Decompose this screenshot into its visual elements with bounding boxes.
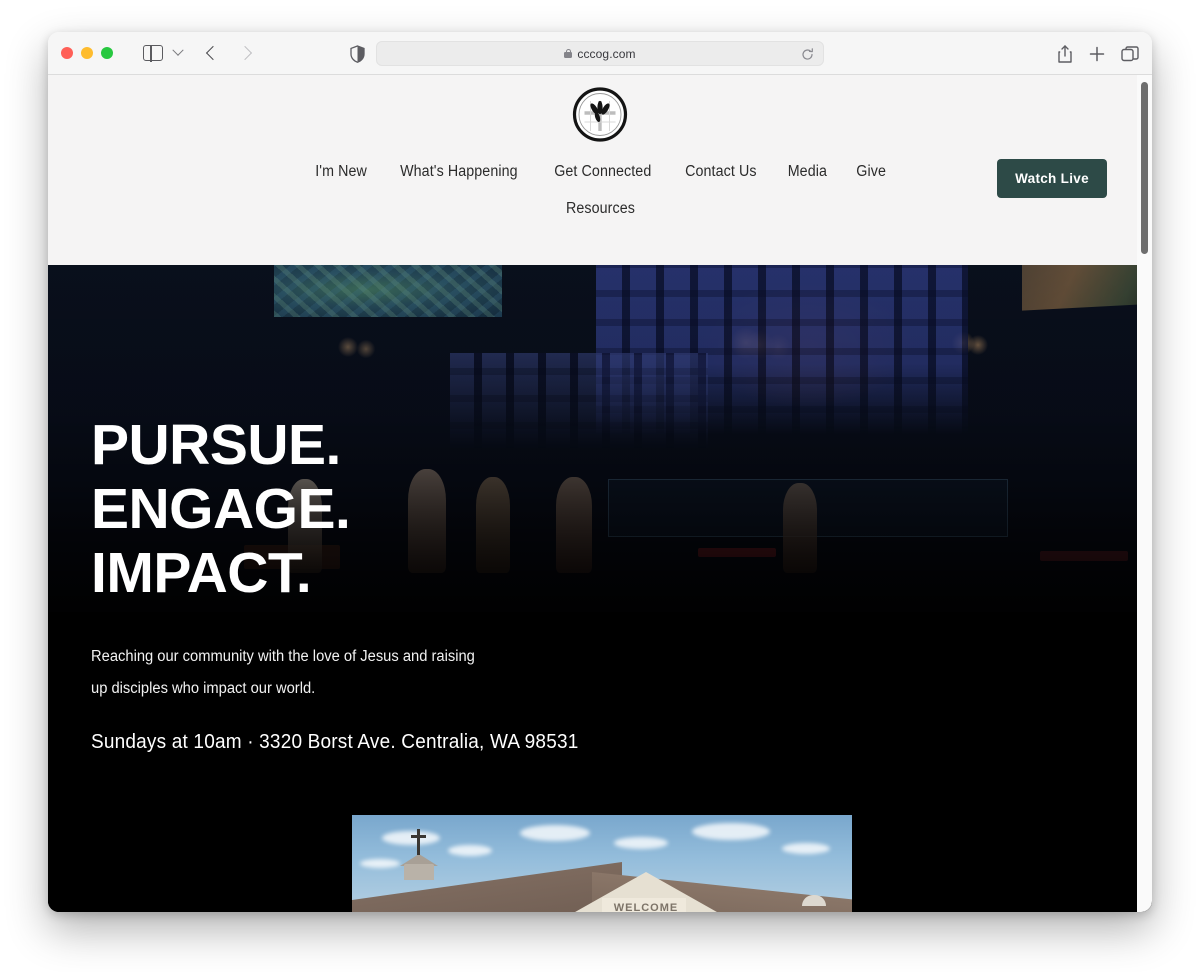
nav-row-primary: I'm New What's Happening Get Connected C… xyxy=(48,153,1152,190)
nav-row-secondary: Resources xyxy=(48,190,1152,227)
hero-subtitle: Reaching our community with the love of … xyxy=(91,648,475,697)
reload-icon[interactable] xyxy=(801,48,814,61)
nav-item-resources[interactable]: Resources xyxy=(566,190,635,227)
address-bar-content: cccog.com xyxy=(564,46,636,61)
new-tab-icon[interactable] xyxy=(1089,46,1105,62)
musician-silhouette xyxy=(783,483,817,573)
lock-icon xyxy=(564,48,573,59)
projection-screen-left xyxy=(274,265,502,317)
minimize-window-button[interactable] xyxy=(81,47,93,59)
site-header: I'm New What's Happening Get Connected C… xyxy=(48,75,1152,265)
nav-item-give[interactable]: Give xyxy=(856,153,886,190)
nav-item-whats-happening[interactable]: What's Happening xyxy=(401,153,519,190)
window-controls xyxy=(61,47,113,59)
site-logo[interactable] xyxy=(572,87,628,142)
back-arrow-icon[interactable] xyxy=(205,45,221,61)
welcome-sign: WELCOME xyxy=(613,902,679,912)
sidebar-toggle-icon[interactable] xyxy=(143,44,163,62)
cupola xyxy=(404,864,434,880)
nav-item-get-connected[interactable]: Get Connected xyxy=(554,153,651,190)
hero-headline-line-2: ENGAGE. xyxy=(91,477,351,541)
projection-screen-right xyxy=(1022,265,1152,311)
cross-icon xyxy=(417,829,420,855)
page-viewport: I'm New What's Happening Get Connected C… xyxy=(48,75,1152,912)
hero-headline: PURSUE. ENGAGE. IMPACT. xyxy=(91,413,691,605)
browser-window: cccog.com I'm New What's Happening Get C… xyxy=(48,32,1152,912)
page-scrollbar[interactable] xyxy=(1137,75,1152,912)
watch-live-button[interactable]: Watch Live xyxy=(997,159,1107,198)
address-bar[interactable]: cccog.com xyxy=(376,41,824,66)
shield-icon[interactable] xyxy=(350,45,365,63)
url-text: cccog.com xyxy=(577,46,636,61)
nav-item-media[interactable]: Media xyxy=(787,153,826,190)
stage-keyboard xyxy=(698,548,776,557)
browser-toolbar: cccog.com xyxy=(48,32,1152,75)
church-exterior-image: WELCOME xyxy=(352,815,852,912)
chevron-down-icon[interactable] xyxy=(172,44,184,56)
stage-table xyxy=(1040,551,1128,561)
toolbar-left-group xyxy=(113,44,253,62)
tabs-overview-icon[interactable] xyxy=(1121,45,1139,62)
scrollbar-thumb[interactable] xyxy=(1141,82,1148,254)
cross-icon-crossbar xyxy=(411,835,426,838)
share-icon[interactable] xyxy=(1057,44,1073,63)
hero-service-info: Sundays at 10am · 3320 Borst Ave. Centra… xyxy=(91,731,579,753)
hero-headline-line-1: PURSUE. xyxy=(91,413,341,477)
maximize-window-button[interactable] xyxy=(101,47,113,59)
nav-item-contact-us[interactable]: Contact Us xyxy=(685,153,756,190)
hero-content: PURSUE. ENGAGE. IMPACT. Reaching our com… xyxy=(91,413,691,754)
hero-headline-line-3: IMPACT. xyxy=(91,541,312,605)
toolbar-right-group xyxy=(1057,32,1139,75)
hero-section: PURSUE. ENGAGE. IMPACT. Reaching our com… xyxy=(48,265,1152,912)
main-navigation: I'm New What's Happening Get Connected C… xyxy=(48,153,1152,227)
church-photo-sky: WELCOME xyxy=(352,815,852,912)
forward-arrow-icon[interactable] xyxy=(237,45,253,61)
nav-item-im-new[interactable]: I'm New xyxy=(315,153,367,190)
close-window-button[interactable] xyxy=(61,47,73,59)
